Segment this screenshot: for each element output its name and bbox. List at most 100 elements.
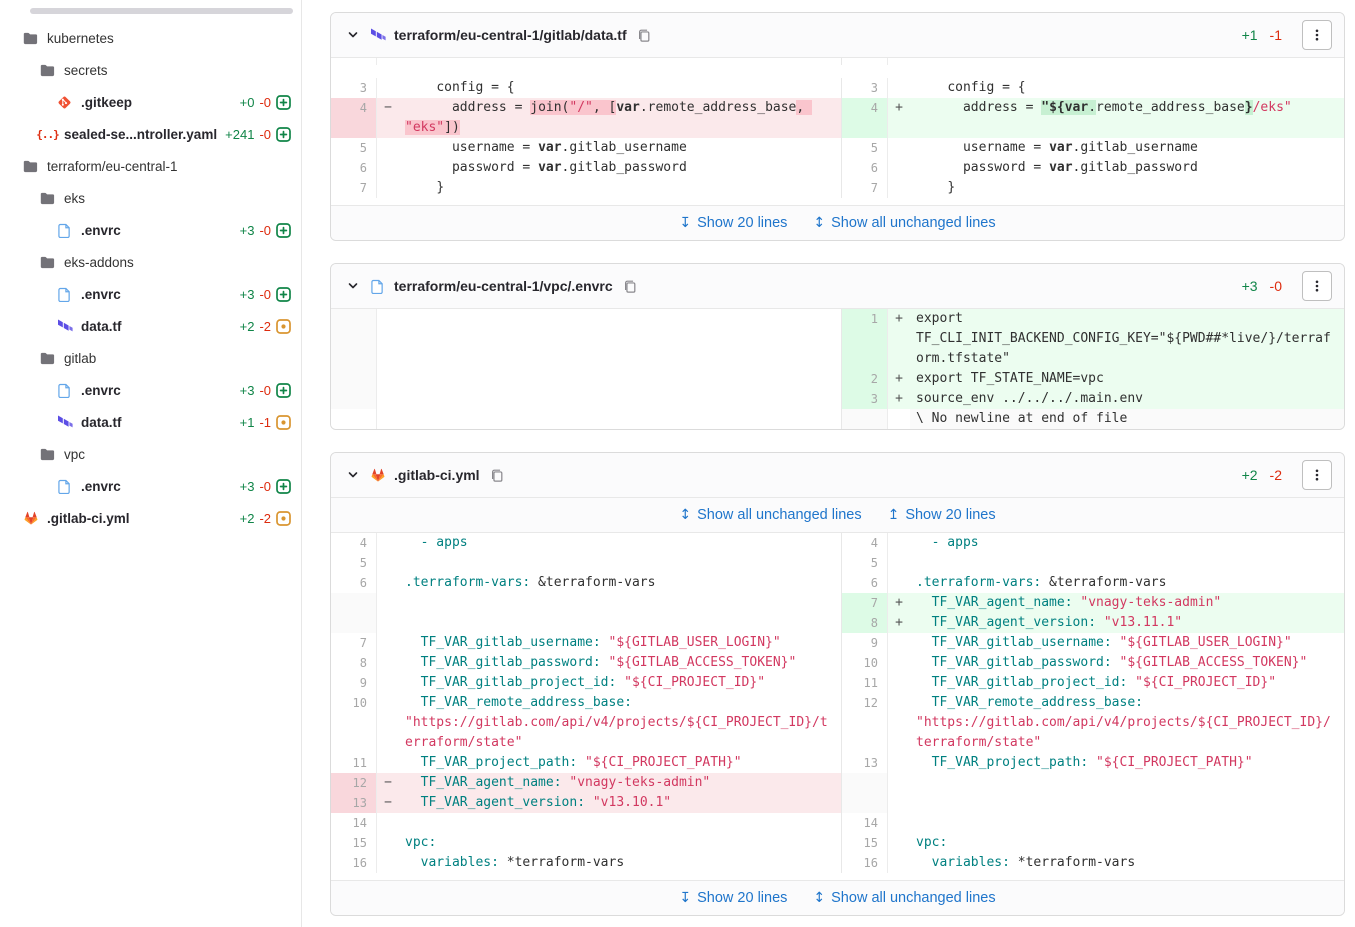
show-all-unchanged-lines-link[interactable]: ↕Show all unchanged lines [679, 507, 861, 523]
show-all-unchanged-lines-link[interactable]: ↕Show all unchanged lines [813, 215, 995, 231]
tree-item-.envrc[interactable]: .envrc+3-0 [0, 278, 301, 310]
sidebar-horizontal-scrollbar[interactable] [30, 8, 293, 14]
old-line-number[interactable]: 5 [331, 553, 377, 573]
new-line-number[interactable]: 5 [842, 553, 888, 573]
code-line: config = { [910, 78, 1344, 98]
file-added-badge [276, 223, 291, 238]
removed-count: -0 [259, 127, 271, 142]
tree-item-sealed-se...ntroller.yaml[interactable]: {..}sealed-se...ntroller.yaml+241-0 [0, 118, 301, 150]
collapse-chevron-icon[interactable] [345, 27, 361, 43]
old-line-number[interactable]: 5 [331, 138, 377, 158]
collapse-chevron-icon[interactable] [345, 467, 361, 483]
show-20-lines-link[interactable]: ↧Show 20 lines [679, 215, 787, 231]
old-line-number[interactable]: 7 [331, 178, 377, 198]
tree-item-secrets[interactable]: secrets [0, 54, 301, 86]
code-line: \ No newline at end of file [910, 409, 1344, 429]
new-line-number[interactable]: 5 [842, 138, 888, 158]
options-menu-button[interactable] [1302, 20, 1332, 50]
folder-icon [39, 192, 56, 205]
old-line-number[interactable]: 7 [331, 633, 377, 653]
tree-item-data.tf[interactable]: data.tf+2-2 [0, 310, 301, 342]
tree-item-label: sealed-se...ntroller.yaml [64, 127, 217, 142]
new-side: 3+source_env ../../../.main.env [841, 389, 1344, 409]
new-line-number[interactable]: 9 [842, 633, 888, 653]
code-line: source_env ../../../.main.env [910, 389, 1344, 409]
show-20-lines-link[interactable]: ↥Show 20 lines [888, 507, 996, 523]
old-line-number[interactable]: 4 [331, 98, 377, 138]
new-line-number[interactable]: 15 [842, 833, 888, 853]
new-line-number[interactable]: 1 [842, 309, 888, 369]
diff-marker [377, 178, 399, 198]
git-icon [56, 95, 73, 110]
options-menu-button[interactable] [1302, 460, 1332, 490]
diff-marker [377, 533, 399, 553]
tree-item-gitlab[interactable]: gitlab [0, 342, 301, 374]
old-line-number[interactable]: 13 [331, 793, 377, 813]
code-line [399, 813, 841, 833]
old-line-number[interactable]: 11 [331, 753, 377, 773]
new-line-number[interactable]: 11 [842, 673, 888, 693]
old-side: 4− address = join("/", [var.remote_addre… [331, 98, 841, 138]
old-line-number[interactable]: 4 [331, 533, 377, 553]
new-line-number[interactable]: 14 [842, 813, 888, 833]
new-line-number[interactable]: 4 [842, 98, 888, 138]
tree-item-label: .envrc [81, 287, 121, 302]
old-line-number[interactable]: 8 [331, 653, 377, 673]
diff-marker [888, 533, 910, 553]
old-line-number[interactable]: 6 [331, 158, 377, 178]
tree-item-terraform-eu-central-1[interactable]: terraform/eu-central-1 [0, 150, 301, 182]
new-line-number[interactable]: 8 [842, 613, 888, 633]
removed-count: -0 [1270, 278, 1282, 294]
old-line-number[interactable]: 9 [331, 673, 377, 693]
tree-item-kubernetes[interactable]: kubernetes [0, 22, 301, 54]
new-line-number[interactable]: 16 [842, 853, 888, 873]
old-line-number[interactable]: 12 [331, 773, 377, 793]
tree-item-vpc[interactable]: vpc [0, 438, 301, 470]
diff-marker [377, 78, 399, 98]
tree-item-data.tf[interactable]: data.tf+1-1 [0, 406, 301, 438]
new-line-number[interactable]: 3 [842, 78, 888, 98]
expand-both-icon: ↕ [813, 215, 825, 231]
new-line-number[interactable]: 6 [842, 158, 888, 178]
diff-marker [377, 753, 399, 773]
old-line-number[interactable]: 10 [331, 693, 377, 753]
tree-item-.envrc[interactable]: .envrc+3-0 [0, 214, 301, 246]
tree-item-.envrc[interactable]: .envrc+3-0 [0, 470, 301, 502]
diff-marker: + [888, 309, 910, 369]
tree-item-.gitkeep[interactable]: .gitkeep+0-0 [0, 86, 301, 118]
new-line-number[interactable]: 3 [842, 389, 888, 409]
code-line: TF_VAR_gitlab_project_id: "${CI_PROJECT_… [910, 673, 1344, 693]
new-line-number[interactable]: 7 [842, 178, 888, 198]
diff-row: 8+ TF_VAR_agent_version: "v13.11.1" [331, 613, 1344, 633]
tree-item-eks[interactable]: eks [0, 182, 301, 214]
new-line-number[interactable]: 7 [842, 593, 888, 613]
old-line-number[interactable]: 14 [331, 813, 377, 833]
new-line-number[interactable]: 12 [842, 693, 888, 753]
old-line-number[interactable]: 15 [331, 833, 377, 853]
new-line-number[interactable]: 10 [842, 653, 888, 673]
show-20-lines-link[interactable]: ↧Show 20 lines [679, 890, 787, 906]
options-menu-button[interactable] [1302, 271, 1332, 301]
new-line-number[interactable]: 4 [842, 533, 888, 553]
new-line-number[interactable]: 13 [842, 753, 888, 773]
new-line-number[interactable]: 6 [842, 573, 888, 593]
tree-item-.gitlab-ci.yml[interactable]: .gitlab-ci.yml+2-2 [0, 502, 301, 534]
file-tree: kubernetessecrets.gitkeep+0-0{..}sealed-… [0, 22, 301, 534]
new-line-number[interactable]: 2 [842, 369, 888, 389]
show-all-unchanged-lines-link[interactable]: ↕Show all unchanged lines [813, 890, 995, 906]
collapse-chevron-icon[interactable] [345, 278, 361, 294]
file-modified-badge [276, 415, 291, 430]
old-side: 16 variables: *terraform-vars [331, 853, 841, 873]
old-line-number[interactable]: 3 [331, 78, 377, 98]
old-line-number[interactable]: 6 [331, 573, 377, 593]
diff-row: 14 14 [331, 813, 1344, 833]
old-line-number[interactable]: 16 [331, 853, 377, 873]
expand-link-label: Show all unchanged lines [831, 890, 995, 906]
copy-path-button[interactable] [621, 277, 639, 295]
tree-item-eks-addons[interactable]: eks-addons [0, 246, 301, 278]
copy-path-button[interactable] [635, 26, 653, 44]
diff-marker [888, 553, 910, 573]
copy-path-button[interactable] [488, 466, 506, 484]
tree-item-.envrc[interactable]: .envrc+3-0 [0, 374, 301, 406]
removed-count: -0 [259, 95, 271, 110]
